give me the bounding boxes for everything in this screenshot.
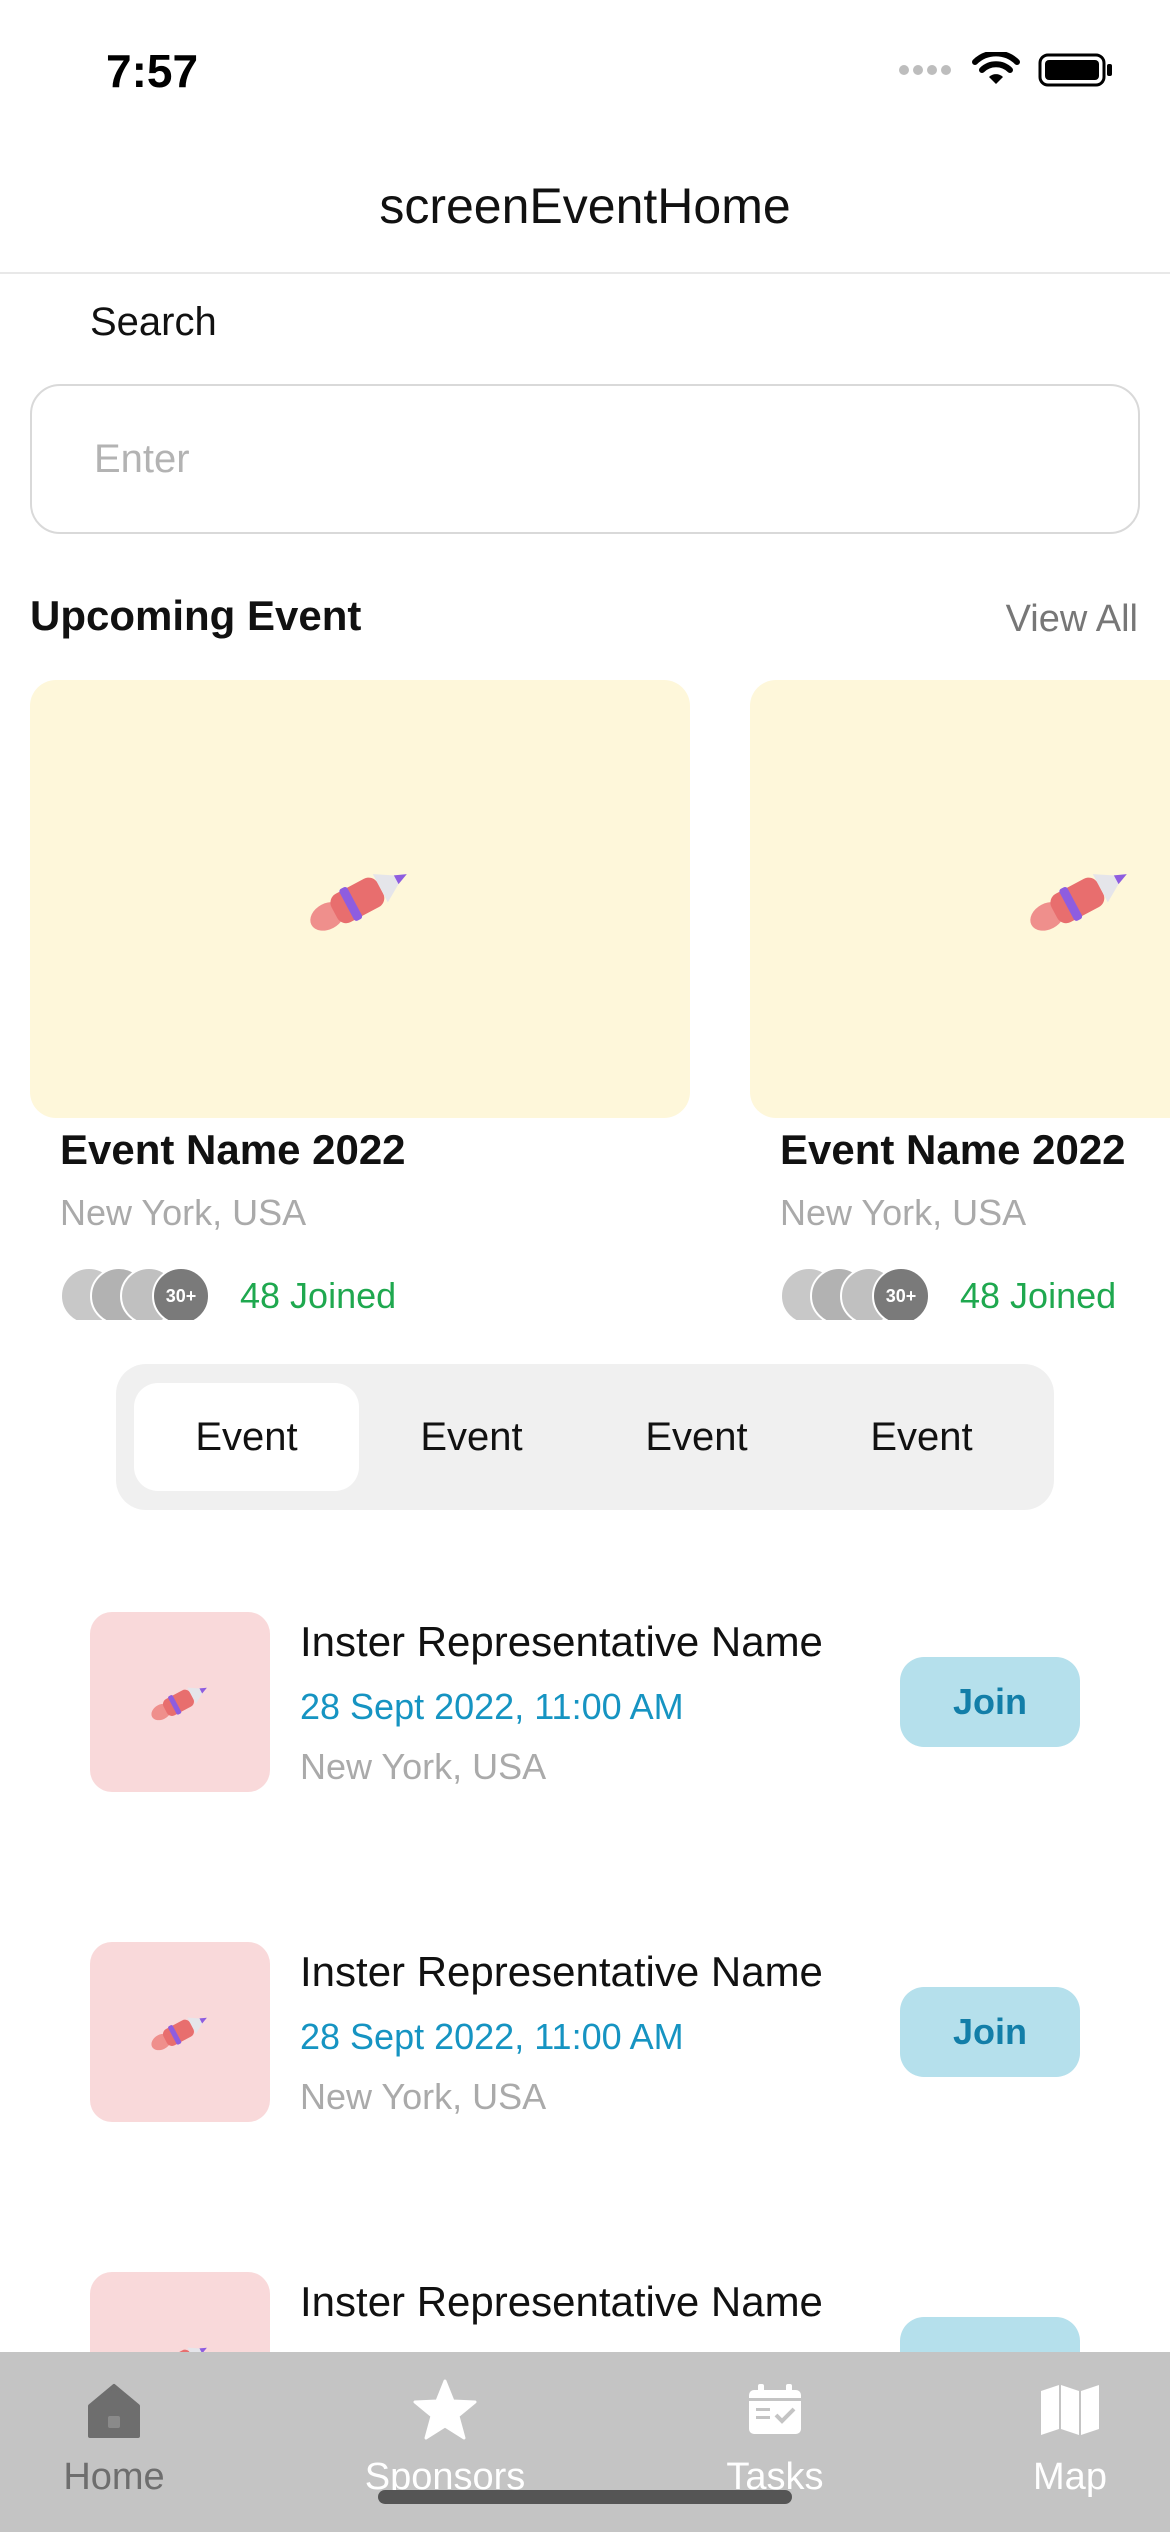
event-date: 28 Sept 2022, 11:00 AM (300, 1686, 684, 1727)
avatar-count-badge: 30+ (152, 1267, 210, 1320)
event-thumbnail (90, 1612, 270, 1792)
search-input[interactable] (94, 436, 1138, 482)
event-thumbnail (90, 1942, 270, 2122)
segment-event-2[interactable]: Event (359, 1383, 584, 1491)
tab-bar: Home Sponsors Tasks Map (0, 2352, 1170, 2532)
status-bar: 7:57 (0, 0, 1170, 140)
view-all-link[interactable]: View All (1006, 598, 1138, 641)
tab-tasks[interactable]: Tasks (700, 2352, 850, 2532)
navigation-bar: screenEventHome (0, 140, 1170, 274)
map-icon (1041, 2385, 1099, 2435)
tab-home[interactable]: Home (40, 2352, 188, 2532)
calendar-check-icon (749, 2384, 801, 2434)
event-list-item[interactable]: Inster Representative Name 28 Sept 2022,… (90, 1612, 1080, 1792)
rocket-icon (151, 1687, 207, 1721)
rocket-icon (151, 2017, 207, 2051)
join-button[interactable]: Join (900, 1657, 1080, 1747)
home-icon (88, 2384, 140, 2438)
wifi-icon (972, 52, 1020, 84)
event-card-location: New York, USA (60, 1192, 307, 1233)
upcoming-event-title: Upcoming Event (30, 592, 362, 639)
tab-map[interactable]: Map (1010, 2352, 1130, 2532)
search-label: Search (90, 300, 217, 344)
event-list-item[interactable]: Inster Representative Name 28 Sept 2022,… (90, 1942, 1080, 2122)
event-location: New York, USA (300, 2076, 547, 2117)
signal-icon (899, 65, 951, 75)
status-time: 7:57 (106, 45, 199, 97)
event-card[interactable]: Event Name 2022 New York, USA 30+ 48 Joi… (750, 680, 1170, 1320)
status-icons (898, 52, 1114, 88)
event-card-attendees: 30+ 48 Joined (780, 1266, 1116, 1320)
search-field[interactable] (30, 384, 1140, 534)
star-icon (413, 2379, 477, 2440)
event-card-location: New York, USA (780, 1192, 1027, 1233)
home-indicator[interactable] (378, 2490, 792, 2504)
page-title: screenEventHome (379, 178, 791, 234)
event-title: Inster Representative Name (300, 2278, 823, 2325)
event-date: 28 Sept 2022, 11:00 AM (300, 2016, 684, 2057)
event-card-attendees: 30+ 48 Joined (60, 1266, 396, 1320)
event-title: Inster Representative Name (300, 1948, 823, 1995)
battery-icon (1038, 53, 1112, 87)
event-card-image (30, 680, 690, 1118)
rocket-icon (310, 874, 407, 931)
event-card-name: Event Name 2022 (780, 1126, 1126, 1173)
rocket-icon (1030, 874, 1127, 931)
upcoming-event-carousel[interactable]: Event Name 2022 New York, USA 30+ 48 Joi… (0, 680, 1170, 1320)
tab-label: Map (1033, 2456, 1107, 2498)
event-card[interactable]: Event Name 2022 New York, USA 30+ 48 Joi… (30, 680, 690, 1320)
event-card-name: Event Name 2022 (60, 1126, 406, 1173)
tab-label: Home (63, 2456, 165, 2498)
tab-sponsors[interactable]: Sponsors (360, 2352, 530, 2532)
avatar-group: 30+ (60, 1267, 210, 1320)
event-title: Inster Representative Name (300, 1618, 823, 1665)
avatar-count-badge: 30+ (872, 1267, 930, 1320)
joined-count: 48 Joined (960, 1275, 1117, 1316)
event-segmented-control: Event Event Event Event (116, 1364, 1054, 1510)
join-button[interactable]: Join (900, 1987, 1080, 2077)
segment-event-1[interactable]: Event (134, 1383, 359, 1491)
segment-event-3[interactable]: Event (584, 1383, 809, 1491)
joined-count: 48 Joined (240, 1275, 397, 1316)
avatar-group: 30+ (780, 1267, 930, 1320)
event-card-image (750, 680, 1170, 1118)
segment-event-4[interactable]: Event (809, 1383, 1034, 1491)
event-location: New York, USA (300, 1746, 547, 1787)
